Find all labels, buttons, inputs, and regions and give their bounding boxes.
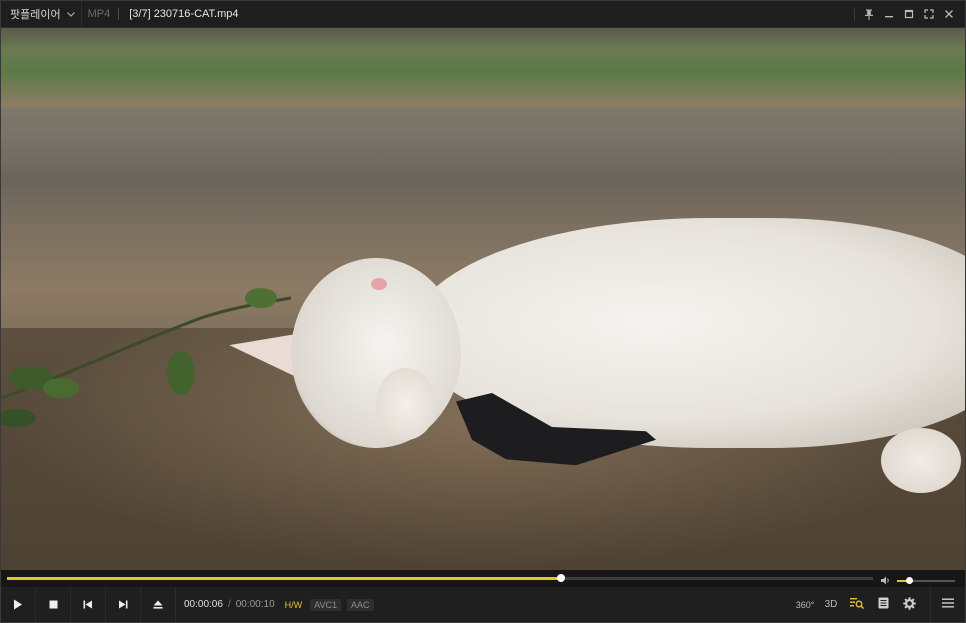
next-icon (118, 600, 128, 609)
cat-front-paw-image (376, 368, 436, 440)
seek-progress (7, 577, 562, 580)
time-display: 00:00:06 / 00:00:10 H/W AVC1 AAC (184, 598, 374, 611)
menu-icon (942, 598, 954, 611)
3d-label: 3D (824, 599, 838, 610)
pin-icon[interactable] (859, 1, 879, 27)
audio-codec-badge[interactable]: AAC (347, 598, 374, 611)
previous-button[interactable] (71, 587, 106, 622)
minimize-icon[interactable] (879, 1, 899, 27)
title-bar: 팟플레이어 MP4 [3/7] 230716-CAT.mp4 (1, 1, 965, 28)
maximize-icon[interactable] (899, 1, 919, 27)
close-icon[interactable] (939, 1, 959, 27)
potplayer-window: 팟플레이어 MP4 [3/7] 230716-CAT.mp4 00:00:06 … (0, 0, 966, 623)
main-menu-button[interactable] (931, 587, 965, 622)
vr-360-label: 360° (795, 599, 815, 610)
chevron-down-icon (66, 9, 75, 19)
window-controls (850, 1, 965, 27)
settings-button[interactable] (896, 587, 922, 622)
vr-360-button[interactable]: 360° (792, 587, 818, 622)
app-menu-button[interactable]: 팟플레이어 (1, 1, 82, 27)
right-tools: 360° 3D (792, 587, 965, 622)
seek-bar[interactable] (7, 574, 873, 582)
current-time: 00:00:06 (184, 599, 223, 610)
chapter-list-button[interactable] (870, 587, 896, 622)
gear-icon (902, 596, 916, 613)
format-label: MP4 (87, 8, 111, 20)
title-divider (118, 8, 120, 20)
cat-nose-image (371, 278, 387, 290)
video-display[interactable] (1, 28, 965, 570)
app-menu-label: 팟플레이어 (10, 9, 61, 21)
playlist-search-icon (850, 597, 865, 612)
play-button[interactable] (1, 587, 36, 622)
3d-button[interactable]: 3D (818, 587, 844, 622)
list-icon (878, 597, 889, 612)
hw-decoder-badge[interactable]: H/W (283, 599, 305, 611)
play-icon (13, 599, 23, 610)
control-bar: 00:00:06 / 00:00:10 H/W AVC1 AAC 360° 3D (1, 587, 965, 622)
next-button[interactable] (106, 587, 141, 622)
video-background-road (1, 108, 965, 168)
file-title: [3/7] 230716-CAT.mp4 (129, 8, 239, 20)
fullscreen-icon[interactable] (919, 1, 939, 27)
stop-icon (49, 600, 58, 609)
seek-handle[interactable] (557, 574, 566, 582)
cat-back-paw-image (881, 428, 961, 493)
seek-area (1, 570, 965, 587)
volume-slider[interactable] (897, 577, 955, 584)
volume-handle[interactable] (905, 577, 913, 584)
window-controls-divider (854, 7, 855, 21)
playlist-search-button[interactable] (844, 587, 870, 622)
stop-button[interactable] (36, 587, 71, 622)
previous-icon (83, 600, 93, 609)
video-codec-badge[interactable]: AVC1 (310, 598, 341, 611)
eject-icon (153, 600, 163, 609)
time-separator: / (227, 599, 231, 610)
duration: 00:00:10 (235, 599, 275, 610)
eject-button[interactable] (141, 587, 176, 622)
